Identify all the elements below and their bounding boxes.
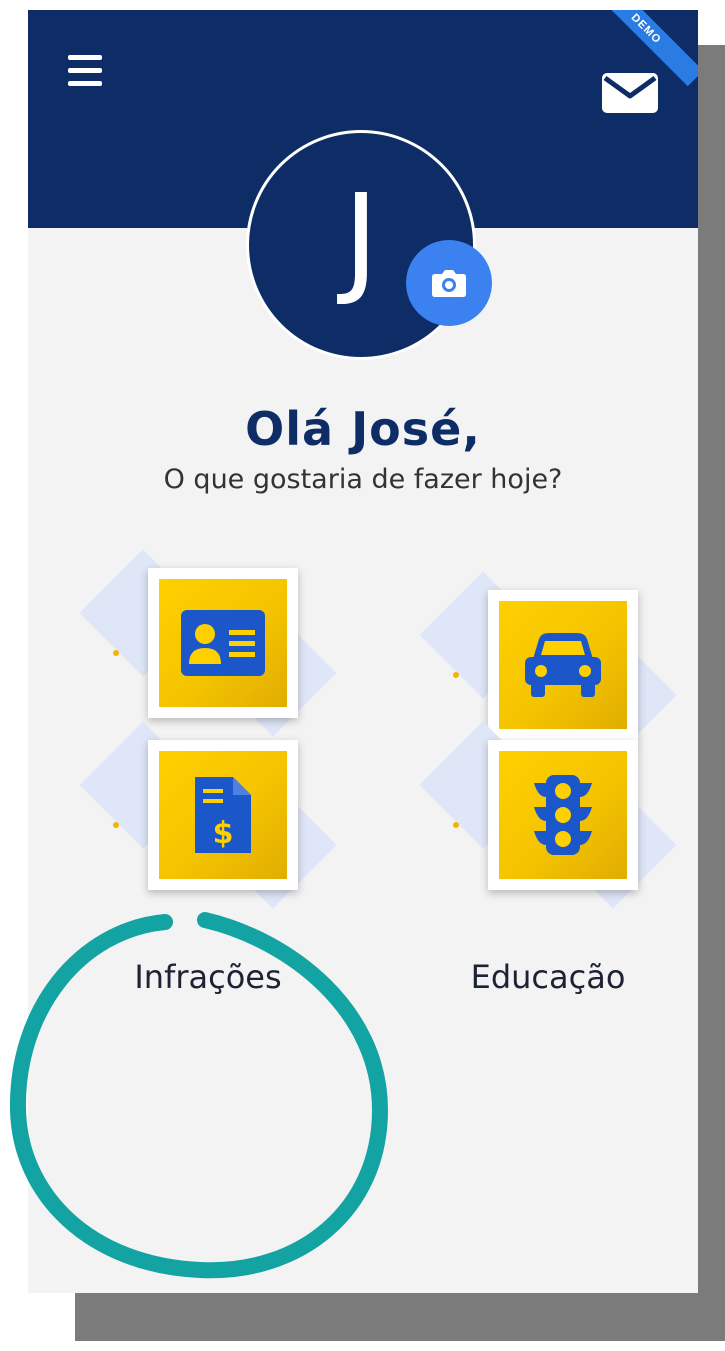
tile-art: $ — [78, 721, 338, 910]
avatar-initial: J — [343, 170, 379, 309]
camera-icon[interactable] — [406, 240, 492, 326]
tile-label: Infrações — [134, 958, 282, 996]
menu-tile-habilitacao[interactable]: Habilitação — [78, 549, 338, 796]
menu-tile-infracoes[interactable]: $ Infrações — [78, 721, 338, 996]
greeting-title: Olá José, — [245, 402, 481, 456]
traffic-light-icon — [534, 775, 592, 855]
hamburger-menu-icon[interactable] — [68, 55, 102, 89]
menu-tile-educacao[interactable]: Educação — [418, 721, 678, 996]
tile-art — [78, 549, 338, 738]
driver-license-icon — [181, 610, 265, 676]
tile-label: Educação — [470, 958, 626, 996]
svg-text:$: $ — [213, 816, 234, 851]
app-screen: DEMO J Olá José, O que gostaria de fazer… — [28, 10, 698, 1293]
screenshot-stage: DEMO J Olá José, O que gostaria de fazer… — [0, 0, 725, 1351]
fine-document-icon: $ — [195, 777, 251, 853]
mail-icon[interactable] — [601, 72, 659, 114]
tile-art — [418, 721, 678, 910]
car-icon — [525, 633, 601, 697]
greeting-subtitle: O que gostaria de fazer hoje? — [163, 464, 563, 495]
